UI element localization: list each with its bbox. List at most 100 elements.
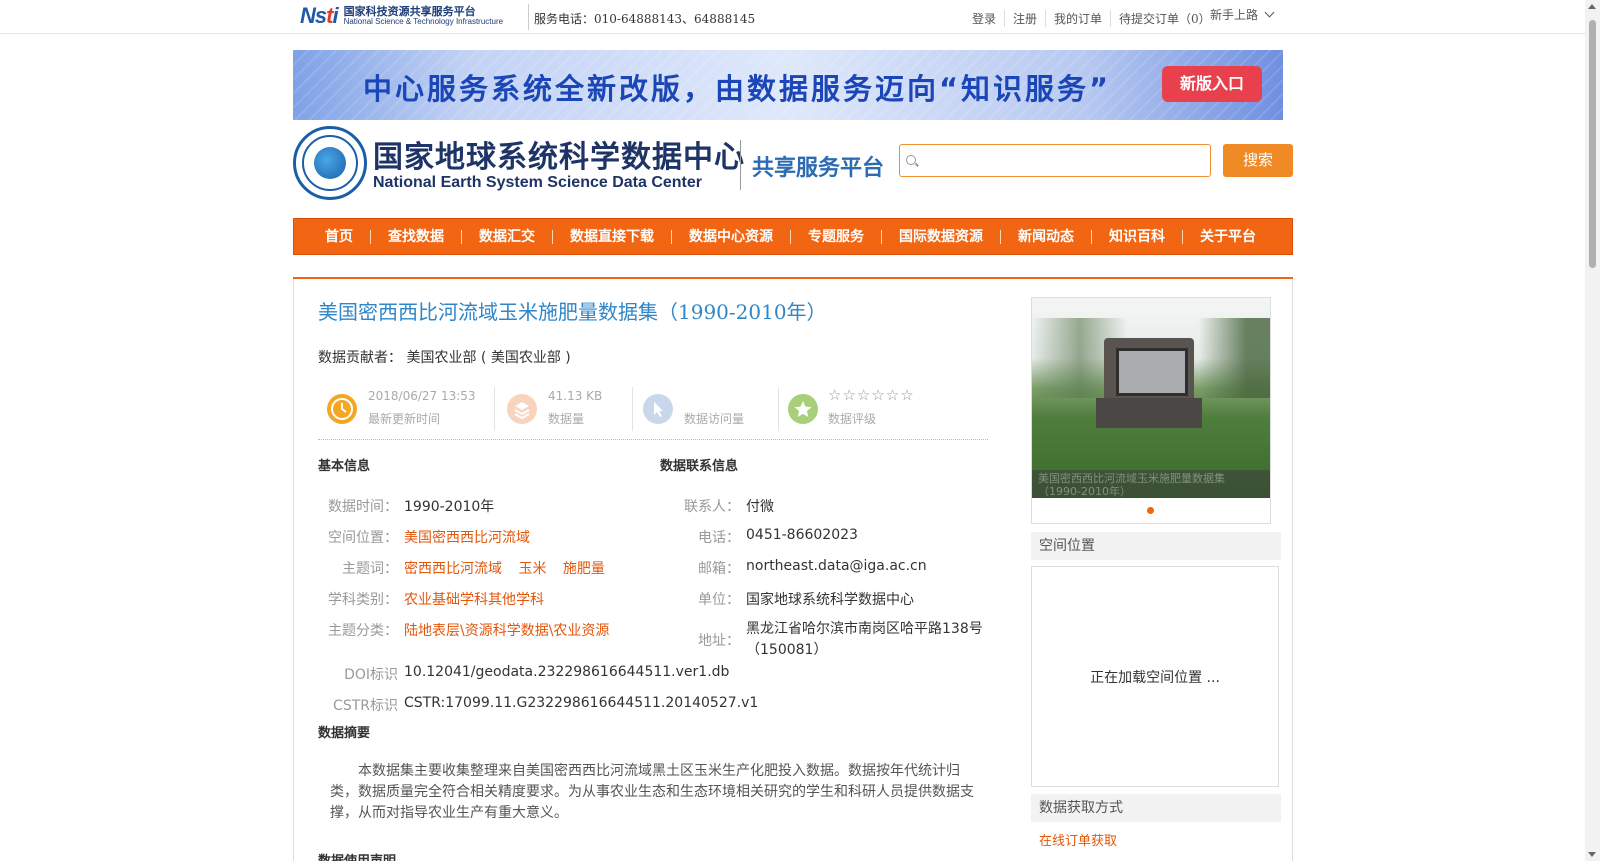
row-cstr: CSTR标识 CSTR:17099.11.G232298616644511.20… [318, 695, 758, 715]
stat-updated: 2018/06/27 13:53 最新更新时间 [318, 384, 488, 430]
scroll-up-arrow-icon[interactable] [1588, 4, 1596, 9]
clock-icon [327, 394, 357, 424]
row-contact-phone: 电话： 0451-86602023 [660, 527, 858, 547]
nav-direct-download[interactable]: 数据直接下载 [552, 229, 671, 244]
search-input[interactable] [920, 147, 1205, 174]
data-time-label: 数据时间： [328, 499, 398, 515]
my-orders-link[interactable]: 我的订单 [1045, 10, 1110, 27]
contact-info-heading: 数据联系信息 [660, 459, 739, 474]
row-contact-email: 邮箱： northeast.data@iga.ac.cn [660, 558, 927, 578]
row-data-time: 数据时间： 1990-2010年 [318, 496, 494, 516]
service-phone: 服务电话：010-64888143、64888145 [534, 12, 756, 26]
category-link[interactable]: 陆地表层\资源科学数据\农业资源 [404, 620, 609, 640]
row-contact-unit: 单位： 国家地球系统科学数据中心 [660, 589, 914, 609]
pending-orders-link[interactable]: 待提交订单（0） [1110, 10, 1219, 27]
contact-email-value: northeast.data@iga.ac.cn [746, 558, 927, 574]
nsti-logo-en: National Science & Technology Infrastruc… [343, 16, 504, 26]
nav-data-submission[interactable]: 数据汇交 [461, 229, 552, 244]
nav-find-data[interactable]: 查找数据 [370, 229, 461, 244]
page-scrollbar[interactable] [1585, 0, 1600, 861]
search-box [899, 144, 1211, 177]
chevron-down-icon [1264, 7, 1275, 18]
discipline-link[interactable]: 农业基础学科其他学科 [404, 589, 544, 609]
nav-topic-services[interactable]: 专题服务 [790, 229, 881, 244]
contact-address-label: 地址： [698, 633, 740, 649]
scroll-thumb[interactable] [1589, 20, 1596, 268]
keyword-tag[interactable]: 施肥量 [563, 561, 605, 577]
space-link[interactable]: 美国密西西比河流域 [404, 527, 530, 547]
announcement-banner[interactable]: 中心服务系统全新改版，由数据服务迈向“知识服务” 新版入口 [293, 50, 1283, 120]
search-button[interactable]: 搜索 [1223, 144, 1293, 177]
register-link[interactable]: 注册 [1004, 10, 1045, 27]
data-time-value: 1990-2010年 [404, 499, 495, 515]
nav-about[interactable]: 关于平台 [1182, 229, 1273, 244]
row-contact-address: 地址： 黑龙江省哈尔滨市南岗区哈平路138号 （150081） [660, 619, 983, 661]
nav-center-resources[interactable]: 数据中心资源 [671, 229, 790, 244]
updated-label: 最新更新时间 [368, 412, 441, 426]
stat-rating: ☆☆☆☆☆☆ 数据评级 [778, 384, 978, 430]
dataset-title: 美国密西西比河流域玉米施肥量数据集（1990-2010年） [318, 300, 827, 324]
contact-address-line2: （150081） [746, 642, 828, 658]
stat-divider [494, 387, 495, 431]
dataset-photo-carousel[interactable]: 美国密西西比河流域玉米施肥量数据集（1990-2010年） [1031, 297, 1271, 524]
top-bar: Nsti 国家科技资源共享服务平台 National Science & Tec… [0, 0, 1585, 34]
rating-label: 数据评级 [828, 412, 877, 426]
contact-address-line1: 黑龙江省哈尔滨市南岗区哈平路138号 [746, 621, 983, 637]
center-seal-icon [293, 126, 367, 200]
basic-info-heading: 基本信息 [318, 459, 371, 474]
scroll-down-arrow-icon[interactable] [1588, 852, 1596, 857]
new-version-button[interactable]: 新版入口 [1162, 66, 1262, 102]
visits-label: 数据访问量 [684, 412, 745, 426]
keyword-tag[interactable]: 密西西比河流域 [404, 561, 502, 577]
cursor-icon [643, 394, 673, 424]
contact-unit-value: 国家地球系统科学数据中心 [746, 592, 914, 608]
stat-size: 41.13 KB 数据量 [498, 384, 628, 430]
nsti-logo-cn: 国家科技资源共享服务平台 [343, 5, 476, 19]
nav-knowledge[interactable]: 知识百科 [1091, 229, 1182, 244]
top-divider [528, 4, 529, 30]
contributor-label: 数据贡献者： [318, 350, 402, 366]
cstr-label: CSTR标识 [333, 698, 398, 714]
online-order-link[interactable]: 在线订单获取 [1039, 830, 1117, 849]
nav-international-data[interactable]: 国际数据资源 [881, 229, 1000, 244]
dataset-photo: 美国密西西比河流域玉米施肥量数据集（1990-2010年） [1032, 298, 1270, 498]
contact-person-label: 联系人： [684, 499, 740, 515]
doi-label: DOI标识 [344, 667, 398, 683]
keywords-label: 主题词： [342, 561, 398, 577]
spatial-map[interactable]: 正在加载空间位置 ... [1031, 566, 1279, 787]
newbie-guide-dropdown[interactable]: 新手上路 [1210, 6, 1275, 23]
main-nav: 首页 查找数据 数据汇交 数据直接下载 数据中心资源 专题服务 国际数据资源 新… [293, 218, 1293, 255]
row-discipline: 学科类别： 农业基础学科其他学科 [318, 589, 544, 609]
center-name-en: National Earth System Science Data Cente… [373, 174, 703, 191]
login-link[interactable]: 登录 [964, 10, 1004, 27]
center-logo[interactable]: 国家地球系统科学数据中心 National Earth System Scien… [293, 126, 744, 202]
rating-stars: ☆☆☆☆☆☆ [828, 386, 915, 404]
tractor-image [1096, 338, 1202, 428]
banner-text: 中心服务系统全新改版，由数据服务迈向“知识服务” [363, 72, 1112, 106]
keyword-tag[interactable]: 玉米 [518, 561, 546, 577]
nsti-logo[interactable]: Nsti 国家科技资源共享服务平台 National Science & Tec… [300, 2, 520, 30]
nav-news[interactable]: 新闻动态 [1000, 229, 1091, 244]
contact-phone-label: 电话： [698, 530, 740, 546]
row-doi: DOI标识 10.12041/geodata.232298616644511.v… [318, 664, 729, 684]
layers-icon [507, 394, 537, 424]
contact-email-label: 邮箱： [698, 561, 740, 577]
doi-value: 10.12041/geodata.232298616644511.ver1.db [404, 664, 730, 680]
logo-divider [740, 140, 741, 190]
abstract-text: 本数据集主要收集整理来自美国密西西比河流域黑土区玉米生产化肥投入数据。数据按年代… [330, 763, 974, 821]
newbie-guide-label: 新手上路 [1210, 8, 1259, 22]
search-icon [906, 155, 916, 165]
stat-visits: 数据访问量 [634, 384, 774, 430]
map-loading-text: 正在加载空间位置 ... [1090, 670, 1220, 686]
nsti-logo-mark: Nsti [300, 3, 339, 28]
photo-caption: 美国密西西比河流域玉米施肥量数据集（1990-2010年） [1032, 470, 1270, 498]
nav-home[interactable]: 首页 [308, 230, 370, 244]
row-contact-person: 联系人： 付微 [660, 496, 774, 516]
dataset-stats: 2018/06/27 13:53 最新更新时间 41.13 KB 数据量 数据访… [318, 384, 988, 440]
stat-divider [632, 387, 633, 431]
updated-value: 2018/06/27 13:53 [368, 389, 476, 403]
star-badge-icon [788, 394, 818, 424]
contact-phone-value: 0451-86602023 [746, 527, 858, 543]
carousel-dot[interactable] [1147, 507, 1154, 514]
abstract-heading: 数据摘要 [318, 726, 371, 741]
